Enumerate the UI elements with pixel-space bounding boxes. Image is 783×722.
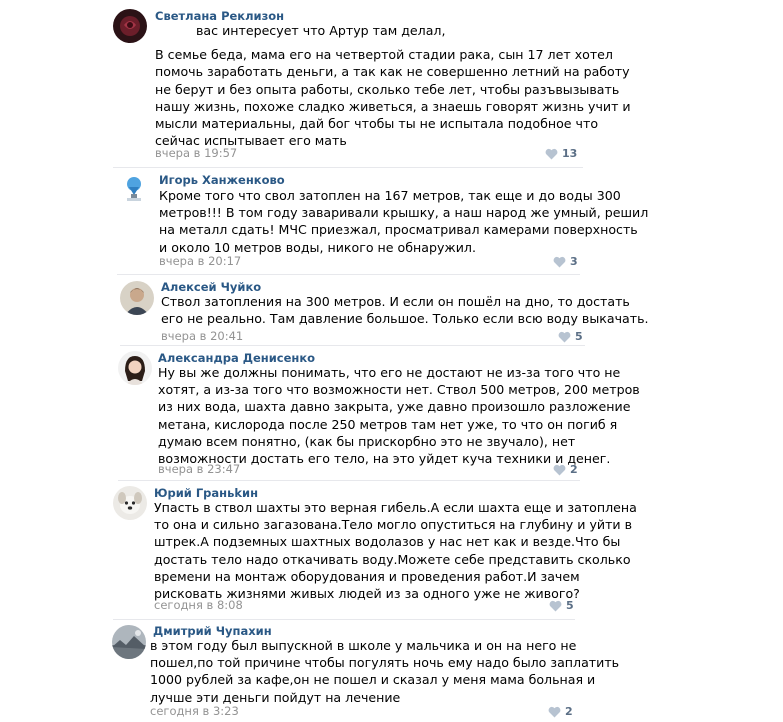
comment-text: в этом году был выпускной в школе у маль…	[150, 637, 619, 706]
comment-author[interactable]: Алексей Чуйко	[161, 280, 261, 294]
heart-icon	[548, 706, 561, 718]
avatar-dark-rose-icon	[113, 9, 147, 43]
comment-line: думаю всем понятно, (как бы прискорбно э…	[158, 433, 576, 449]
like-count: 13	[562, 147, 578, 160]
comment-text: вас интересует что Артур там делал, В се…	[155, 22, 631, 149]
comment-author[interactable]: Александра Денисенко	[158, 351, 315, 365]
comment-line: метров!!! В том году заваривали крышку, …	[159, 205, 649, 221]
comment-text: Упасть в ствол шахты это верная гибель.А…	[154, 499, 637, 602]
comment-line: метана, кислорода после 250 метров там н…	[158, 416, 618, 432]
comment-date[interactable]: вчера в 20:17	[159, 254, 241, 268]
comment-line	[155, 39, 631, 46]
like-button[interactable]: 2	[553, 463, 578, 476]
heart-icon	[553, 256, 566, 268]
comment-author[interactable]: Юрий Граньkин	[154, 486, 258, 500]
comment-line: его не реально. Там давление большое. То…	[161, 311, 649, 327]
avatar-landscape-icon	[112, 625, 146, 659]
avatar-lamp-icon	[117, 173, 151, 207]
comment-date[interactable]: сегодня в 3:23	[150, 704, 239, 718]
avatar[interactable]	[113, 486, 147, 520]
like-button[interactable]: 3	[553, 255, 578, 268]
comment-line: Кроме того что свол затоплен на 167 метр…	[159, 188, 621, 203]
comment-line: 1000 рублей за кафе,он не пошел и сказал…	[150, 672, 596, 688]
comment-author[interactable]: Игорь Ханженково	[159, 173, 285, 187]
divider	[113, 619, 575, 620]
comment-line: помочь заработать деньги, а так как не с…	[155, 64, 630, 80]
like-button[interactable]: 2	[548, 705, 573, 718]
comment-author[interactable]: Дмитрий Чупахин	[153, 624, 272, 638]
like-count: 5	[566, 599, 574, 612]
comment-text: Ствол затопления на 300 метров. И если о…	[161, 293, 649, 327]
avatar[interactable]	[118, 351, 152, 385]
comment-date[interactable]: вчера в 19:57	[155, 146, 237, 160]
comment-line: то она и сильно загазована.Тело могло оп…	[154, 517, 633, 533]
like-count: 2	[570, 463, 578, 476]
comment-line: на металл сдать! МЧС приезжал, просматри…	[159, 222, 638, 238]
avatar-woman-icon	[118, 351, 152, 385]
comment-line: мысли материальны, дай бог чтобы ты не и…	[155, 116, 599, 132]
comment-date[interactable]: вчера в 23:47	[158, 462, 240, 476]
avatar-person-icon	[120, 281, 154, 315]
comment-line: Ну вы же должны понимать, что его не дос…	[158, 365, 621, 380]
like-count: 3	[570, 255, 578, 268]
comment-text: Кроме того что свол затоплен на 167 метр…	[159, 187, 648, 256]
divider	[113, 167, 583, 168]
comment-author[interactable]: Светлана Реклизон	[155, 9, 284, 23]
heart-icon	[558, 331, 571, 343]
comment-line: Ствол затопления на 300 метров. И если о…	[161, 294, 630, 309]
comment-line: Упасть в ствол шахты это верная гибель.А…	[154, 500, 637, 515]
like-count: 5	[575, 330, 583, 343]
comment-line: штрек.А подземных шахтных водолазов у на…	[154, 534, 621, 550]
like-button[interactable]: 5	[549, 599, 574, 612]
comment-line: нашу жизнь, похоже сладко живеться, а зн…	[155, 98, 631, 114]
like-count: 2	[565, 705, 573, 718]
comment-line: времени на монтаж оборудования и проведе…	[154, 568, 580, 584]
avatar[interactable]	[117, 173, 151, 207]
comment-line: в этом году был выпускной в школе у маль…	[150, 638, 577, 653]
comment-line: вас интересует что Артур там делал,	[196, 23, 446, 38]
divider	[117, 274, 580, 275]
like-button[interactable]: 5	[558, 330, 583, 343]
heart-icon	[549, 600, 562, 612]
avatar-dog-icon	[113, 486, 147, 520]
comment-date[interactable]: сегодня в 8:08	[154, 598, 243, 612]
comment-line: из них вода, шахта давно закрыта, уже да…	[158, 399, 631, 415]
comment-line: достать тело надо откачивать воду.Можете…	[154, 551, 631, 567]
comment-line: не берут и без опыта работы, сколько теб…	[155, 81, 620, 97]
heart-icon	[553, 464, 566, 476]
like-button[interactable]: 13	[545, 147, 577, 160]
avatar[interactable]	[112, 625, 146, 659]
divider	[120, 345, 585, 346]
comment-date[interactable]: вчера в 20:41	[161, 329, 243, 343]
comment-line: хотят, а из-за того что возможности нет.…	[158, 382, 640, 398]
comment-text: Ну вы же должны понимать, что его не дос…	[158, 364, 640, 467]
comment-line: пошел,по той причине чтобы погулять ночь…	[150, 655, 620, 671]
heart-icon	[545, 148, 558, 160]
avatar[interactable]	[113, 9, 147, 43]
comment-line: В семье беда, мама его на четвертой стад…	[155, 47, 613, 63]
divider	[118, 480, 580, 481]
avatar[interactable]	[120, 281, 154, 315]
